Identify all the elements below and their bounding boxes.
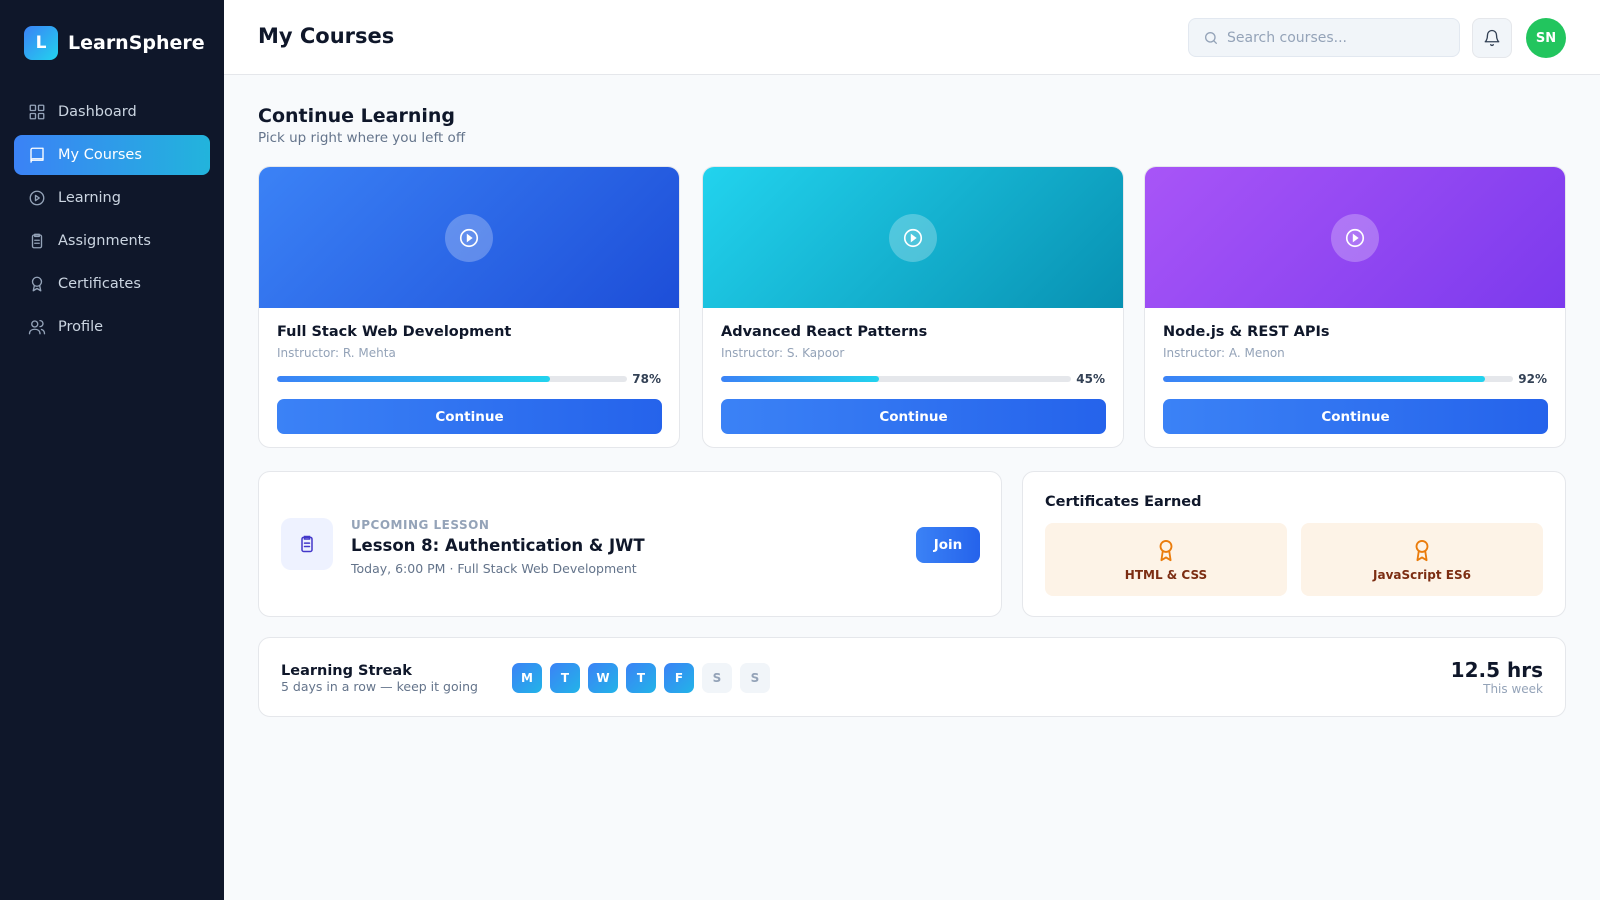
continue-button[interactable]: Continue	[277, 399, 662, 434]
award-icon	[1415, 539, 1429, 561]
play-icon	[459, 228, 479, 247]
course-thumbnail[interactable]	[259, 167, 679, 308]
course-instructor: Instructor: A. Menon	[1163, 346, 1285, 360]
course-title: Advanced React Patterns	[721, 324, 928, 340]
lesson-icon-tile	[281, 518, 333, 570]
book-icon	[30, 147, 44, 163]
brand-logo: L	[24, 26, 58, 60]
search-input[interactable]	[1227, 29, 1447, 46]
play-button[interactable]	[1331, 213, 1379, 262]
play-button[interactable]	[889, 213, 937, 262]
progress-bar	[277, 376, 627, 382]
sidebar-item-my-courses[interactable]: My Courses	[14, 135, 210, 175]
play-button[interactable]	[445, 213, 493, 262]
brand[interactable]: L LearnSphere	[24, 26, 205, 60]
top-header: My Courses SN	[224, 0, 1600, 75]
clipboard-icon	[301, 535, 313, 553]
certificate-tile[interactable]: JavaScript ES6	[1301, 523, 1543, 596]
section-subtitle: Pick up right where you left off	[258, 130, 466, 146]
progress-bar	[1163, 376, 1513, 382]
sidebar-item-label: My Courses	[58, 147, 142, 163]
users-icon	[28, 319, 46, 335]
play-circle-icon	[29, 190, 45, 206]
sidebar-item-learning[interactable]: Learning	[14, 178, 210, 218]
sidebar: L LearnSphere Dashboard My Courses Learn…	[0, 0, 224, 900]
upcoming-title: Lesson 8: Authentication & JWT	[351, 536, 645, 555]
progress-fill	[1163, 376, 1485, 382]
course-card[interactable]: Advanced React Patterns Instructor: S. K…	[702, 166, 1124, 448]
upcoming-label: UPCOMING LESSON	[351, 518, 490, 532]
certificate-tile[interactable]: HTML & CSS	[1045, 523, 1287, 596]
bell-icon	[1484, 29, 1500, 47]
streak-days: M T W T F S S	[512, 663, 778, 693]
sidebar-item-profile[interactable]: Profile	[14, 307, 210, 347]
search-icon	[1205, 31, 1217, 44]
page-title: My Courses	[258, 24, 395, 48]
brand-name: LearnSphere	[68, 32, 205, 54]
course-instructor: Instructor: R. Mehta	[277, 346, 396, 360]
award-icon	[31, 276, 43, 292]
sidebar-item-label: Profile	[58, 319, 104, 335]
progress-percent: 45%	[1076, 372, 1105, 386]
section-title: Continue Learning	[258, 105, 456, 127]
progress-percent: 78%	[632, 372, 661, 386]
streak-day: S	[740, 663, 770, 693]
course-thumbnail[interactable]	[1145, 167, 1565, 308]
streak-day: M	[512, 663, 542, 693]
play-icon	[1345, 228, 1365, 247]
progress-fill	[277, 376, 550, 382]
streak-day: W	[588, 663, 618, 693]
avatar[interactable]: SN	[1526, 18, 1566, 58]
course-card[interactable]: Full Stack Web Development Instructor: R…	[258, 166, 680, 448]
progress-percent: 92%	[1518, 372, 1547, 386]
streak-day: T	[626, 663, 656, 693]
streak-day: T	[550, 663, 580, 693]
course-title: Full Stack Web Development	[277, 324, 512, 340]
sidebar-item-certificates[interactable]: Certificates	[14, 264, 210, 304]
sidebar-item-assignments[interactable]: Assignments	[14, 221, 210, 261]
course-thumbnail[interactable]	[703, 167, 1123, 308]
clipboard-icon	[31, 233, 43, 249]
certificate-name: JavaScript ES6	[1373, 567, 1471, 582]
course-instructor: Instructor: S. Kapoor	[721, 346, 845, 360]
streak-day: F	[664, 663, 694, 693]
upcoming-lesson-card: UPCOMING LESSON Lesson 8: Authentication…	[258, 471, 1002, 617]
certificates-title: Certificates Earned	[1045, 494, 1202, 510]
sidebar-item-label: Assignments	[58, 233, 151, 249]
sidebar-item-label: Learning	[58, 190, 121, 206]
upcoming-meta: Today, 6:00 PM · Full Stack Web Developm…	[351, 561, 637, 576]
learning-streak-card: Learning Streak 5 days in a row — keep i…	[258, 637, 1566, 717]
streak-day: S	[702, 663, 732, 693]
award-icon	[1159, 539, 1173, 561]
sidebar-item-label: Dashboard	[58, 104, 137, 120]
play-icon	[903, 228, 923, 247]
course-card[interactable]: Node.js & REST APIs Instructor: A. Menon…	[1144, 166, 1566, 448]
weekly-hours: 12.5 hrs	[1450, 658, 1543, 682]
weekly-hours-label: This week	[1483, 682, 1543, 696]
continue-button[interactable]: Continue	[1163, 399, 1548, 434]
continue-button[interactable]: Continue	[721, 399, 1106, 434]
notifications-button[interactable]	[1472, 18, 1512, 58]
join-button[interactable]: Join	[916, 527, 980, 563]
sidebar-item-dashboard[interactable]: Dashboard	[14, 92, 210, 132]
certificates-card: Certificates Earned HTML & CSS JavaScrip…	[1022, 471, 1566, 617]
search-box[interactable]	[1188, 18, 1460, 57]
progress-fill	[721, 376, 879, 382]
streak-subtitle: 5 days in a row — keep it going	[281, 679, 478, 694]
progress-bar	[721, 376, 1071, 382]
sidebar-item-label: Certificates	[58, 276, 141, 292]
sidebar-nav: Dashboard My Courses Learning Assignment…	[14, 92, 210, 350]
streak-title: Learning Streak	[281, 663, 412, 679]
course-title: Node.js & REST APIs	[1163, 324, 1330, 340]
certificate-name: HTML & CSS	[1124, 567, 1208, 582]
grid-icon	[29, 104, 45, 120]
